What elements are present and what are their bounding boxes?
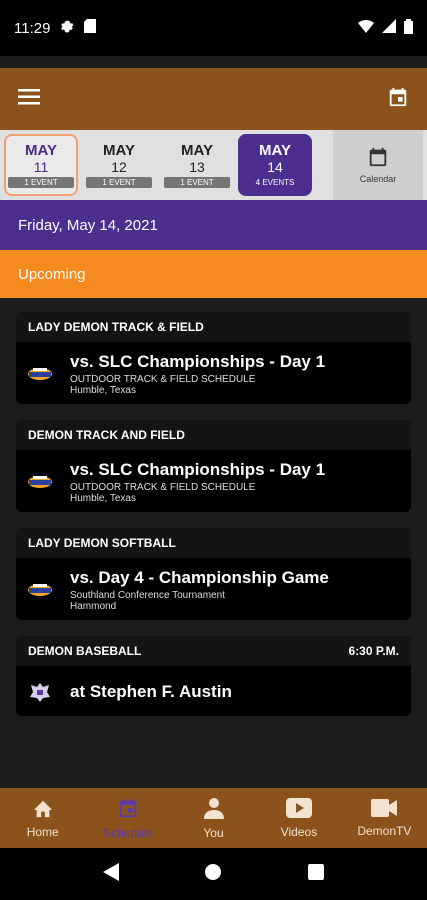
event-count-badge: 1 EVENT [164, 177, 230, 188]
calendar-label: Calendar [359, 174, 397, 184]
sd-card-icon [84, 19, 97, 37]
event-title: vs. SLC Championships - Day 1 [70, 460, 326, 479]
event-card-body: vs. SLC Championships - Day 1 OUTDOOR TR… [16, 450, 411, 512]
event-card-header: DEMON TRACK AND FIELD [16, 420, 411, 450]
nav-label: Videos [280, 824, 318, 839]
date-may-13[interactable]: MAY 13 1 EVENT [160, 134, 234, 196]
nav-home[interactable]: Home [0, 788, 85, 848]
event-card-body: at Stephen F. Austin [16, 666, 411, 716]
event-time: 6:30 P.M. [348, 644, 399, 658]
nav-videos[interactable]: Videos [256, 788, 341, 848]
nav-label: You [203, 825, 224, 840]
day-number: 12 [111, 159, 127, 175]
event-card[interactable]: DEMON BASEBALL 6:30 P.M. at Stephen F. A… [16, 636, 411, 716]
date-may-14[interactable]: MAY 14 4 EVENTS [238, 134, 312, 196]
event-location: Humble, Texas [70, 385, 136, 396]
event-subtitle: OUTDOOR TRACK & FIELD SCHEDULE [70, 482, 256, 493]
day-month: MAY [259, 142, 291, 159]
nav-schedule[interactable]: Schedule [85, 788, 170, 848]
calendar-icon[interactable] [387, 86, 409, 113]
date-may-11[interactable]: MAY 11 1 EVENT [4, 134, 78, 196]
southland-logo-icon [26, 579, 54, 601]
event-card[interactable]: LADY DEMON SOFTBALL vs. Day 4 - Champion… [16, 528, 411, 620]
app-bar [0, 68, 427, 130]
upcoming-section-label: Upcoming [0, 250, 427, 298]
status-bar: 11:29 [0, 0, 427, 56]
southland-logo-icon [26, 363, 54, 385]
gear-icon [60, 19, 74, 37]
home-icon [32, 798, 54, 821]
day-month: MAY [25, 142, 57, 159]
event-title: at Stephen F. Austin [70, 682, 232, 701]
event-card[interactable]: DEMON TRACK AND FIELD vs. SLC Championsh… [16, 420, 411, 512]
system-navigation-bar [0, 848, 427, 900]
date-header: Friday, May 14, 2021 [0, 200, 427, 250]
team-name: DEMON BASEBALL [28, 644, 142, 658]
southland-logo-icon [26, 471, 54, 493]
day-number: 11 [33, 159, 49, 175]
person-icon [203, 797, 224, 822]
day-month: MAY [181, 142, 213, 159]
video-play-icon [285, 797, 312, 821]
day-number: 14 [267, 159, 283, 175]
event-list: LADY DEMON TRACK & FIELD vs. SLC Champio… [0, 298, 427, 716]
bottom-navigation: Home Schedule You Videos DemonTV [0, 788, 427, 848]
event-count-badge: 4 EVENTS [242, 177, 308, 188]
day-number: 13 [189, 159, 205, 175]
event-location: Hammond [70, 601, 117, 612]
camera-icon [371, 798, 398, 820]
signal-icon [382, 19, 396, 37]
event-card-header: DEMON BASEBALL 6:30 P.M. [16, 636, 411, 666]
date-strip: MAY 11 1 EVENT MAY 12 1 EVENT MAY 13 1 E… [0, 130, 427, 200]
schedule-icon [117, 797, 139, 822]
nav-you[interactable]: You [171, 788, 256, 848]
event-card[interactable]: LADY DEMON TRACK & FIELD vs. SLC Champio… [16, 312, 411, 404]
wifi-icon [358, 19, 374, 37]
home-circle-icon[interactable] [204, 863, 222, 886]
event-card-body: vs. SLC Championships - Day 1 OUTDOOR TR… [16, 342, 411, 404]
team-name: LADY DEMON SOFTBALL [28, 536, 176, 550]
opponent-logo-icon [26, 681, 54, 703]
event-card-header: LADY DEMON TRACK & FIELD [16, 312, 411, 342]
team-name: LADY DEMON TRACK & FIELD [28, 320, 204, 334]
event-title: vs. SLC Championships - Day 1 [70, 352, 326, 371]
nav-label: Schedule [103, 825, 154, 840]
calendar-icon [367, 146, 389, 170]
nav-label: Home [26, 824, 59, 839]
event-count-badge: 1 EVENT [8, 177, 74, 188]
back-icon[interactable] [102, 862, 119, 886]
event-count-badge: 1 EVENT [86, 177, 152, 188]
recents-icon[interactable] [308, 863, 325, 885]
event-subtitle: Southland Conference Tournament [70, 590, 225, 601]
status-time: 11:29 [14, 19, 51, 37]
event-location: Humble, Texas [70, 493, 136, 504]
event-card-header: LADY DEMON SOFTBALL [16, 528, 411, 558]
menu-icon[interactable] [18, 88, 40, 110]
battery-icon [404, 18, 413, 38]
team-name: DEMON TRACK AND FIELD [28, 428, 185, 442]
day-month: MAY [103, 142, 135, 159]
nav-demontv[interactable]: DemonTV [342, 788, 427, 848]
event-title: vs. Day 4 - Championship Game [70, 568, 329, 587]
event-subtitle: OUTDOOR TRACK & FIELD SCHEDULE [70, 374, 256, 385]
date-may-12[interactable]: MAY 12 1 EVENT [82, 134, 156, 196]
nav-label: DemonTV [357, 823, 412, 838]
event-card-body: vs. Day 4 - Championship Game Southland … [16, 558, 411, 620]
calendar-button[interactable]: Calendar [333, 130, 423, 200]
